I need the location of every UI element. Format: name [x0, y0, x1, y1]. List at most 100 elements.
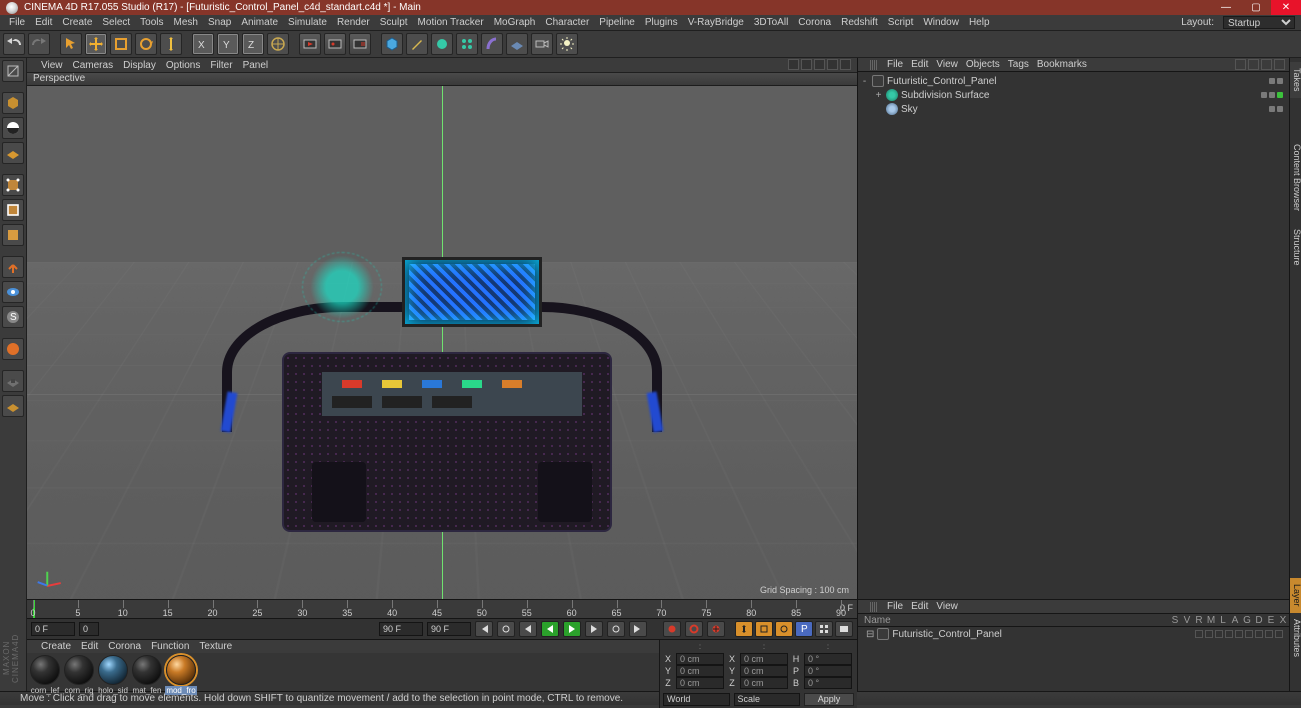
menu-redshift[interactable]: Redshift	[836, 16, 883, 29]
axis-x-toggle[interactable]: X	[192, 33, 214, 55]
maximize-button[interactable]: ▢	[1241, 0, 1271, 15]
pos-field[interactable]: 0 cm	[676, 665, 724, 677]
axis-y-toggle[interactable]: Y	[217, 33, 239, 55]
objmgr-menu-bookmarks[interactable]: Bookmarks	[1037, 59, 1087, 70]
point-mode-button[interactable]	[2, 174, 24, 196]
move-tool[interactable]	[85, 33, 107, 55]
menu-mograph[interactable]: MoGraph	[489, 16, 541, 29]
menu-select[interactable]: Select	[97, 16, 135, 29]
attribute-row[interactable]: ⊟ Futuristic_Control_Panel	[858, 627, 1289, 641]
key-rot-toggle[interactable]	[775, 621, 793, 637]
menu-mesh[interactable]: Mesh	[169, 16, 203, 29]
side-tab-attributes[interactable]: Attributes	[1290, 613, 1301, 663]
menu-pipeline[interactable]: Pipeline	[594, 16, 640, 29]
menu-simulate[interactable]: Simulate	[283, 16, 332, 29]
deformer-bend-button[interactable]	[481, 33, 503, 55]
viewport-solo-button[interactable]	[2, 281, 24, 303]
viewport-nav-icon[interactable]	[801, 59, 812, 70]
record-button[interactable]	[663, 621, 681, 637]
next-frame-button[interactable]	[585, 621, 603, 637]
locked-workplane-button[interactable]	[2, 370, 24, 392]
menu-window[interactable]: Window	[918, 16, 964, 29]
make-editable-button[interactable]	[2, 60, 24, 82]
visibility-dots[interactable]	[1261, 92, 1283, 98]
key-pos-toggle[interactable]	[735, 621, 753, 637]
rotate-tool[interactable]	[135, 33, 157, 55]
key-scale-toggle[interactable]	[755, 621, 773, 637]
workplane-snap-button[interactable]	[2, 338, 24, 360]
mat-menu-edit[interactable]: Edit	[81, 641, 98, 652]
polygon-mode-button[interactable]	[2, 224, 24, 246]
viewport-nav-icon[interactable]	[840, 59, 851, 70]
menu-create[interactable]: Create	[57, 16, 97, 29]
object-row[interactable]: Sky	[860, 102, 1287, 116]
key-pla-toggle[interactable]: P	[795, 621, 813, 637]
size-field[interactable]: 0 cm	[740, 665, 788, 677]
view-menu-options[interactable]: Options	[166, 60, 200, 71]
view-menu-view[interactable]: View	[41, 60, 63, 71]
menu-snap[interactable]: Snap	[203, 16, 236, 29]
menu-3dtoall[interactable]: 3DToAll	[749, 16, 793, 29]
menu-render[interactable]: Render	[332, 16, 375, 29]
expand-toggle[interactable]: -	[860, 76, 869, 87]
timeline-to-field[interactable]: 0	[79, 622, 99, 636]
menu-character[interactable]: Character	[540, 16, 594, 29]
attr-menu-view[interactable]: View	[936, 601, 958, 612]
menu-script[interactable]: Script	[883, 16, 919, 29]
home-icon[interactable]	[1248, 59, 1259, 70]
pos-field[interactable]: 0 cm	[676, 677, 724, 689]
timeline-range-a-field[interactable]: 90 F	[379, 622, 423, 636]
model-mode-button[interactable]	[2, 92, 24, 114]
pos-field[interactable]: 0 cm	[676, 653, 724, 665]
list-icon[interactable]	[1274, 59, 1285, 70]
eye-icon[interactable]	[1261, 59, 1272, 70]
view-menu-filter[interactable]: Filter	[210, 60, 232, 71]
search-icon[interactable]	[1235, 59, 1246, 70]
mat-menu-function[interactable]: Function	[151, 641, 189, 652]
menu-motiontracker[interactable]: Motion Tracker	[413, 16, 489, 29]
menu-vraybridge[interactable]: V-RayBridge	[683, 16, 749, 29]
mat-menu-texture[interactable]: Texture	[199, 641, 232, 652]
menu-help[interactable]: Help	[964, 16, 995, 29]
menu-tools[interactable]: Tools	[135, 16, 168, 29]
loop-button[interactable]	[497, 621, 515, 637]
panel-grip-icon[interactable]	[870, 602, 877, 612]
menu-corona[interactable]: Corona	[793, 16, 836, 29]
generator-sds-button[interactable]	[431, 33, 453, 55]
scale-tool[interactable]	[110, 33, 132, 55]
axis-tool-button[interactable]	[2, 256, 24, 278]
goto-start-button[interactable]	[475, 621, 493, 637]
view-menu-display[interactable]: Display	[123, 60, 156, 71]
goto-end-button[interactable]	[629, 621, 647, 637]
attr-menu-file[interactable]: File	[887, 601, 903, 612]
side-tab-layer[interactable]: Layer	[1290, 578, 1301, 613]
size-field[interactable]: 0 cm	[740, 677, 788, 689]
viewport-nav-icon[interactable]	[827, 59, 838, 70]
menu-edit[interactable]: Edit	[30, 16, 57, 29]
timeline-range-b-field[interactable]: 90 F	[427, 622, 471, 636]
play-backward-button[interactable]	[541, 621, 559, 637]
snap-toggle-button[interactable]: S	[2, 306, 24, 328]
menu-plugins[interactable]: Plugins	[640, 16, 683, 29]
edge-mode-button[interactable]	[2, 199, 24, 221]
side-tab-content-browser[interactable]: Content Browser	[1290, 138, 1301, 217]
menu-animate[interactable]: Animate	[236, 16, 283, 29]
undo-button[interactable]	[3, 33, 25, 55]
layout-dropdown[interactable]: Startup	[1223, 16, 1295, 29]
generator-array-button[interactable]	[456, 33, 478, 55]
render-picture-button[interactable]	[324, 33, 346, 55]
coord-mode-dropdown[interactable]: World	[663, 693, 730, 706]
render-view-button[interactable]	[299, 33, 321, 55]
side-tab-takes[interactable]: Takes	[1290, 62, 1301, 98]
select-tool[interactable]	[60, 33, 82, 55]
autokey-button[interactable]	[685, 621, 703, 637]
expand-toggle[interactable]: +	[874, 90, 883, 101]
planar-workplane-button[interactable]	[2, 395, 24, 417]
loop-button-2[interactable]	[607, 621, 625, 637]
key-opts-button[interactable]	[815, 621, 833, 637]
view-menu-panel[interactable]: Panel	[243, 60, 269, 71]
visibility-dots[interactable]	[1269, 78, 1283, 84]
viewport-nav-icon[interactable]	[814, 59, 825, 70]
keyframe-sel-button[interactable]	[707, 621, 725, 637]
coord-system-button[interactable]	[267, 33, 289, 55]
